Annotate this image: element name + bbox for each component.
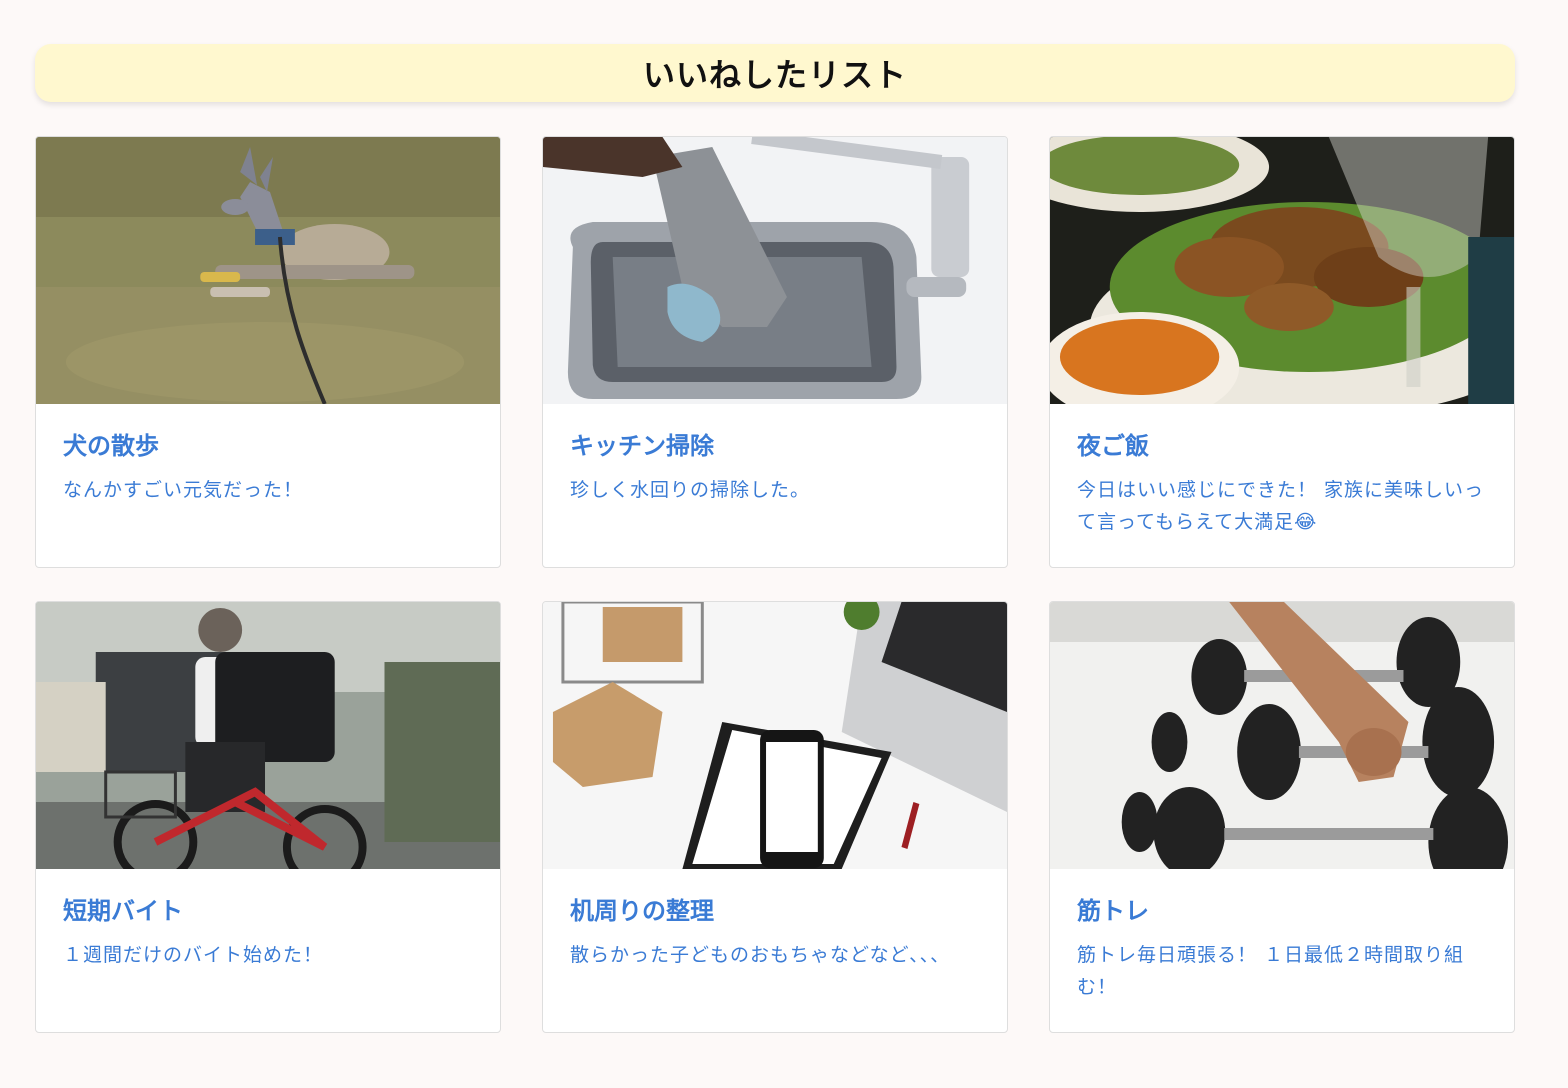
page: いいねしたリスト 犬の散歩 なんかすごい元気だった！ キッチン掃除 珍しく水回り… (0, 0, 1568, 1088)
card-image-kitchen (543, 137, 1007, 404)
liked-card[interactable]: 机周りの整理 散らかった子どものおもちゃなどなど､､､ (542, 601, 1008, 1033)
card-text: 筋トレ毎日頑張る！ １日最低２時間取り組む！ (1077, 944, 1465, 998)
card-title: 短期バイト (63, 897, 183, 925)
page-title: いいねしたリスト (642, 56, 907, 94)
liked-card[interactable]: キッチン掃除 珍しく水回りの掃除した。 (542, 136, 1008, 568)
card-text: 散らかった子どものおもちゃなどなど､､､ (570, 944, 942, 966)
liked-card[interactable]: 夜ご飯 今日はいい感じにできた！ 家族に美味しいって言ってもらえて大満足😂 (1049, 136, 1515, 568)
liked-card[interactable]: 筋トレ 筋トレ毎日頑張る！ １日最低２時間取り組む！ (1049, 601, 1515, 1033)
card-image-dinner (1050, 137, 1514, 404)
liked-card[interactable]: 犬の散歩 なんかすごい元気だった！ (35, 136, 501, 568)
card-image-desk (543, 602, 1007, 869)
card-text: 今日はいい感じにできた！ 家族に美味しいって言ってもらえて大満足😂 (1077, 479, 1485, 533)
card-text: なんかすごい元気だった！ (63, 479, 304, 501)
liked-card-grid: 犬の散歩 なんかすごい元気だった！ キッチン掃除 珍しく水回りの掃除した。 夜ご… (35, 136, 1515, 1033)
card-image-dumbbells (1050, 602, 1514, 869)
card-title: 夜ご飯 (1077, 432, 1149, 460)
card-image-cyclist (36, 602, 500, 869)
card-image-dog (36, 137, 500, 404)
card-title: 筋トレ (1077, 897, 1149, 925)
card-title: 犬の散歩 (63, 432, 159, 460)
card-text: 珍しく水回りの掃除した。 (570, 479, 811, 501)
card-text: １週間だけのバイト始めた！ (63, 944, 324, 966)
card-title: キッチン掃除 (570, 432, 714, 460)
liked-card[interactable]: 短期バイト １週間だけのバイト始めた！ (35, 601, 501, 1033)
page-header: いいねしたリスト (35, 44, 1515, 102)
card-title: 机周りの整理 (570, 897, 714, 925)
